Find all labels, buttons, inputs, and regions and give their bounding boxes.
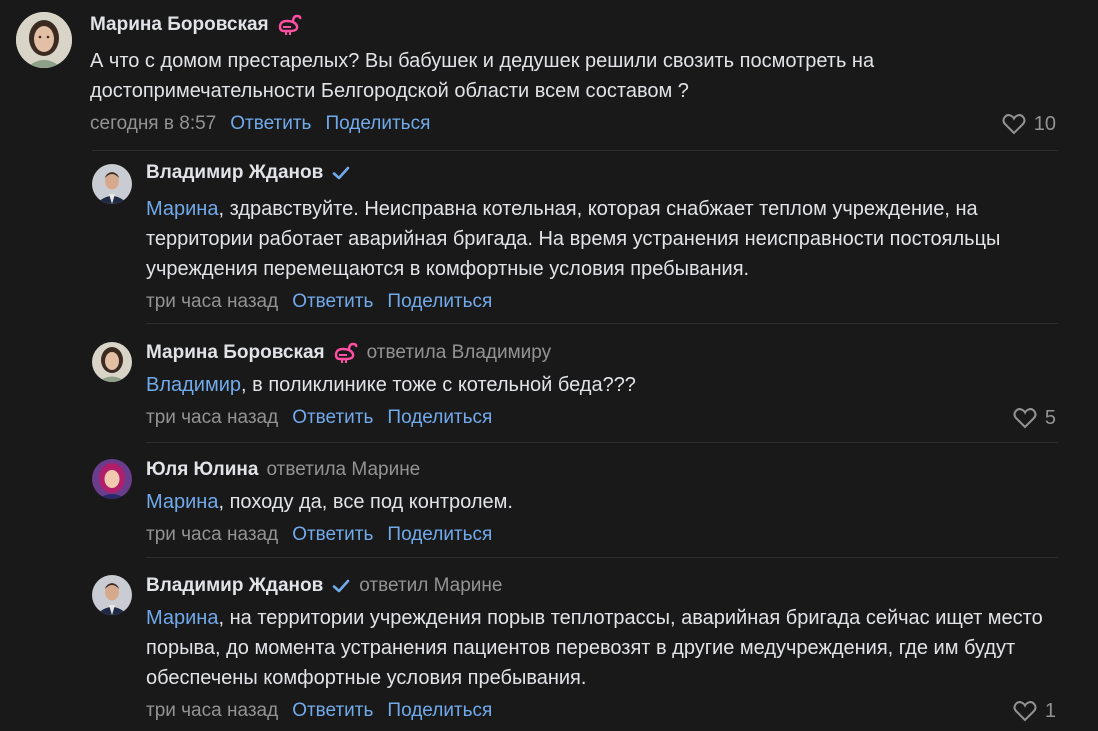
heart-icon bbox=[1013, 408, 1037, 429]
timestamp[interactable]: три часа назад bbox=[146, 407, 278, 429]
flamingo-emoji-icon bbox=[277, 13, 303, 37]
like-button[interactable]: 5 bbox=[1013, 402, 1056, 434]
comment-text: Марина, походу да, все под контролем. bbox=[146, 491, 513, 513]
divider bbox=[92, 150, 1058, 151]
author-name[interactable]: Владимир Жданов bbox=[146, 575, 323, 597]
comment-text: Владимир, в поликлинике тоже с котельной… bbox=[146, 374, 636, 396]
comment-meta: три часа назад Ответить Поделиться bbox=[146, 695, 1056, 727]
share-button[interactable]: Поделиться bbox=[387, 407, 492, 429]
timestamp[interactable]: три часа назад bbox=[146, 291, 278, 313]
mention-link[interactable]: Марина bbox=[146, 607, 218, 629]
comment-meta: сегодня в 8:57 Ответить Поделиться bbox=[90, 108, 1056, 140]
timestamp[interactable]: три часа назад bbox=[146, 524, 278, 546]
heart-icon bbox=[1002, 114, 1026, 135]
share-button[interactable]: Поделиться bbox=[387, 524, 492, 546]
heart-icon bbox=[1013, 701, 1037, 722]
comment-text: А что с домом престарелых? Вы бабушек и … bbox=[90, 50, 875, 102]
share-button[interactable]: Поделиться bbox=[387, 700, 492, 722]
share-button[interactable]: Поделиться bbox=[387, 291, 492, 313]
avatar[interactable] bbox=[92, 164, 132, 204]
share-button[interactable]: Поделиться bbox=[325, 113, 430, 135]
verified-check-icon bbox=[331, 163, 351, 183]
reply-to-link[interactable]: ответил Марине bbox=[359, 575, 502, 597]
like-count: 10 bbox=[1033, 112, 1056, 135]
like-button[interactable]: 10 bbox=[1002, 108, 1056, 140]
timestamp[interactable]: три часа назад bbox=[146, 700, 278, 722]
divider bbox=[146, 557, 1058, 558]
comment-thread: Марина Боровская А что с домом престарел… bbox=[0, 0, 1098, 731]
mention-link[interactable]: Владимир bbox=[146, 374, 241, 396]
comment: Владимир Жданов Марина, здравствуйте. Не… bbox=[92, 160, 1056, 318]
avatar[interactable] bbox=[16, 12, 72, 68]
comment-meta: три часа назад Ответить Поделиться bbox=[146, 402, 1056, 434]
flamingo-emoji-icon bbox=[333, 341, 359, 365]
like-button[interactable]: 1 bbox=[1013, 695, 1056, 727]
divider bbox=[146, 323, 1058, 324]
timestamp[interactable]: сегодня в 8:57 bbox=[90, 113, 216, 135]
reply-button[interactable]: Ответить bbox=[230, 113, 311, 135]
reply-button[interactable]: Ответить bbox=[292, 700, 373, 722]
mention-link[interactable]: Марина bbox=[146, 491, 218, 513]
comment-text: Марина, здравствуйте. Неисправна котельн… bbox=[146, 198, 1001, 280]
avatar[interactable] bbox=[92, 575, 132, 615]
comment: Юля Юлина ответила Марине Марина, походу… bbox=[92, 457, 1056, 551]
author-name[interactable]: Марина Боровская bbox=[90, 14, 269, 36]
comment: Владимир Жданов ответил Марине Марина, н… bbox=[92, 573, 1056, 727]
divider bbox=[146, 442, 1058, 443]
reply-button[interactable]: Ответить bbox=[292, 407, 373, 429]
avatar[interactable] bbox=[92, 459, 132, 499]
comment-text: Марина, на территории учреждения порыв т… bbox=[146, 607, 1043, 689]
comment-meta: три часа назад Ответить Поделиться bbox=[146, 519, 1056, 551]
reply-button[interactable]: Ответить bbox=[292, 524, 373, 546]
mention-link[interactable]: Марина bbox=[146, 198, 218, 220]
author-name[interactable]: Юля Юлина bbox=[146, 459, 258, 481]
comment: Марина Боровская А что с домом престарел… bbox=[16, 12, 1056, 140]
reply-to-link[interactable]: ответила Владимиру bbox=[367, 342, 551, 364]
author-name[interactable]: Владимир Жданов bbox=[146, 162, 323, 184]
comment: Марина Боровская ответила Владимиру Влад… bbox=[92, 340, 1056, 434]
reply-button[interactable]: Ответить bbox=[292, 291, 373, 313]
author-name[interactable]: Марина Боровская bbox=[146, 342, 325, 364]
reply-to-link[interactable]: ответила Марине bbox=[266, 459, 420, 481]
like-count: 1 bbox=[1044, 699, 1056, 722]
verified-check-icon bbox=[331, 576, 351, 596]
like-count: 5 bbox=[1044, 406, 1056, 429]
avatar[interactable] bbox=[92, 342, 132, 382]
comment-meta: три часа назад Ответить Поделиться bbox=[146, 286, 1056, 318]
